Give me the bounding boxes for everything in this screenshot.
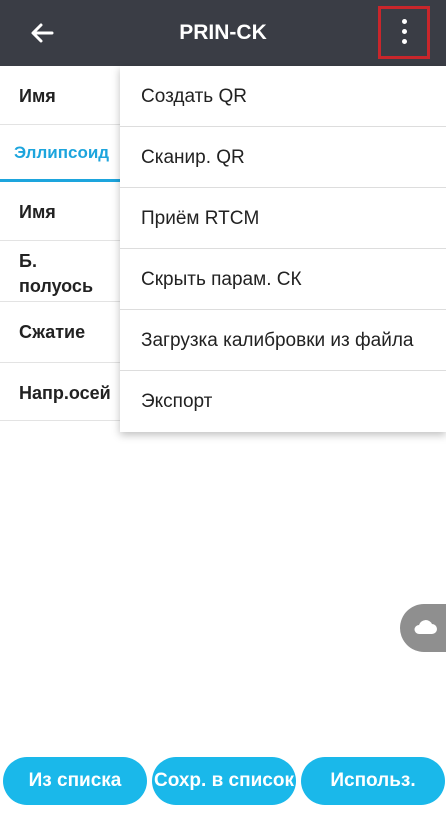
from-list-button[interactable]: Из списка xyxy=(3,757,147,805)
name-label: Имя xyxy=(19,86,56,106)
use-button[interactable]: Использ. xyxy=(301,757,445,805)
menu-item-rtcm[interactable]: Приём RTCM xyxy=(120,188,446,249)
more-dot xyxy=(402,39,407,44)
save-to-list-button[interactable]: Сохр. в список xyxy=(152,757,296,805)
more-dot xyxy=(402,19,407,24)
ellipsoid-name-label: Имя xyxy=(19,202,56,222)
app-bar: PRIN-CK xyxy=(0,0,446,66)
flattening-label: Сжатие xyxy=(19,322,86,342)
cloud-button[interactable] xyxy=(400,604,446,652)
more-dot xyxy=(402,29,407,34)
options-menu: Создать QR Сканир. QR Приём RTCM Скрыть … xyxy=(120,66,446,432)
menu-item-export[interactable]: Экспорт xyxy=(120,371,446,432)
more-options-icon[interactable] xyxy=(378,6,430,59)
tab-ellipsoid-label: Эллипсоид xyxy=(14,143,110,162)
semi-axis-label-line1: Б. xyxy=(19,251,37,271)
semi-axis-label-line2: полуось xyxy=(19,276,94,296)
menu-item-hide-params[interactable]: Скрыть парам. СК xyxy=(120,249,446,310)
axis-direction-label: Напр.осей xyxy=(19,383,111,403)
menu-item-load-calibration[interactable]: Загрузка калибровки из файла xyxy=(120,310,446,371)
cloud-icon xyxy=(414,620,437,634)
menu-item-scan-qr[interactable]: Сканир. QR xyxy=(120,127,446,188)
menu-item-create-qr[interactable]: Создать QR xyxy=(120,66,446,127)
